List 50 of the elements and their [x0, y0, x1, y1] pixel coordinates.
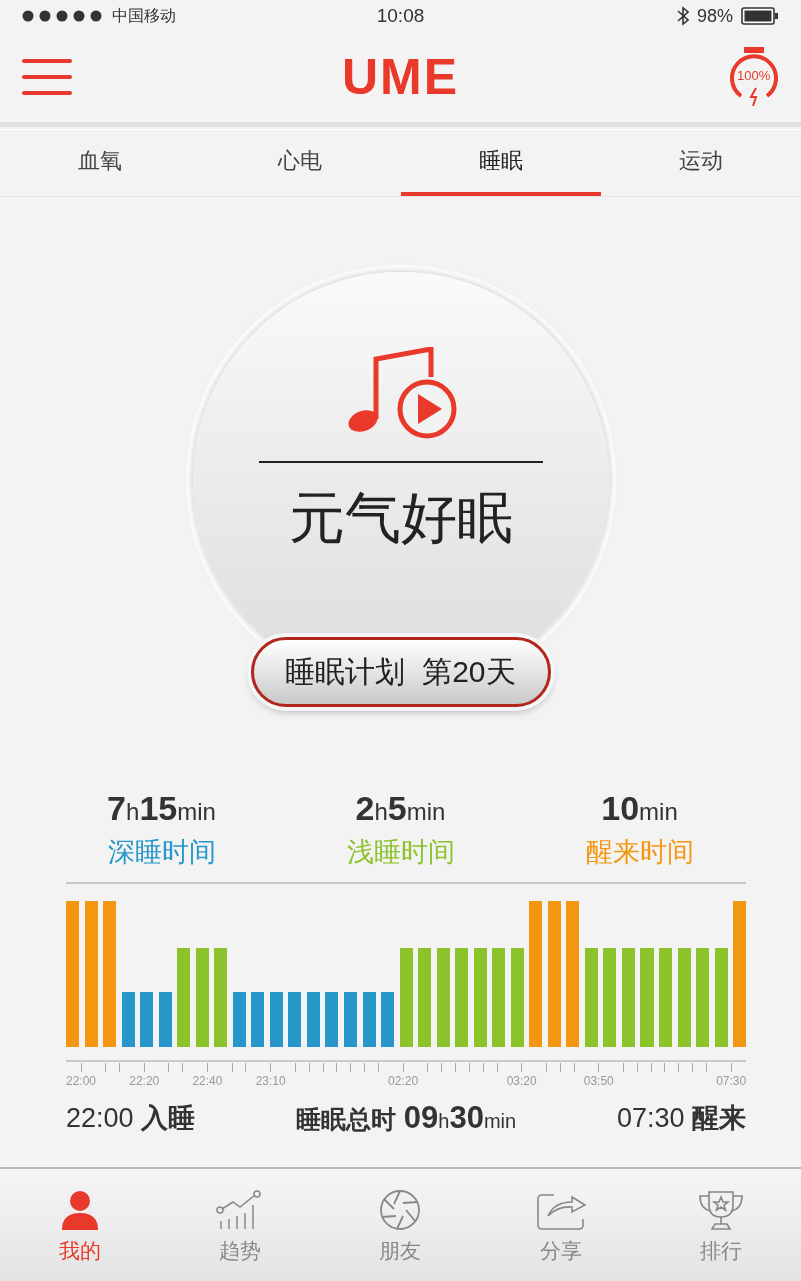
time-tick-label: 23:10 [255, 1074, 286, 1088]
time-tick-label: 03:50 [583, 1074, 614, 1088]
sleep-bar [306, 992, 320, 1047]
tab[interactable]: 心电 [200, 130, 401, 196]
menu-icon[interactable] [22, 58, 72, 96]
tab[interactable]: 运动 [600, 130, 801, 196]
player-title: 元气好眠 [288, 485, 513, 551]
nav-tab[interactable]: 我的 [0, 1169, 161, 1281]
wake-time: 07:30 醒来 [616, 1102, 746, 1135]
sleep-bar [251, 992, 265, 1047]
sleep-bar [288, 992, 302, 1047]
nav-tab[interactable]: 排行 [640, 1169, 801, 1281]
sleep-bar [325, 992, 339, 1047]
sleep-bar [269, 992, 283, 1047]
time-tick-label: 22:00 [66, 1074, 97, 1088]
time-tick-label: 07:30 [716, 1074, 747, 1088]
sleep-bar [158, 992, 172, 1047]
sleep-bar [362, 992, 376, 1047]
sleep-bar [140, 992, 154, 1047]
sleep-bar [232, 992, 246, 1047]
battery-icon [741, 6, 779, 26]
duration-value: 7h15min [107, 789, 216, 828]
tab[interactable]: 睡眠 [400, 130, 601, 196]
duration-label: 深睡时间 [107, 836, 216, 869]
tab[interactable]: 血氧 [0, 130, 201, 196]
duration-label: 浅睡时间 [346, 836, 455, 869]
duration-label: 醒来时间 [585, 836, 694, 869]
time-tick-label: 02:20 [388, 1074, 419, 1088]
charge-badge[interactable]: 100% [729, 46, 779, 108]
time-tick-label: 22:40 [192, 1074, 223, 1088]
charge-percent: 100% [737, 68, 771, 83]
bluetooth-icon [677, 6, 689, 26]
sleep-bar [381, 992, 395, 1047]
total-sleep-label: 睡眠总时 [295, 1104, 396, 1135]
total-sleep-value: 09h30min [403, 1100, 517, 1136]
app-logo: UME [341, 48, 460, 106]
nav-tab[interactable]: 分享 [480, 1169, 641, 1281]
battery-percent: 98% [697, 5, 733, 27]
sleep-bar [121, 992, 135, 1047]
sleep-start: 22:00 入睡 [66, 1102, 196, 1135]
carrier-name: 中国移动 [112, 5, 176, 26]
signal-icon [22, 10, 104, 22]
status-time: 10:08 [376, 5, 425, 27]
nav-tab[interactable]: 朋友 [320, 1169, 481, 1281]
duration-value: 2h5min [355, 789, 446, 828]
nav-tab[interactable]: 趋势 [160, 1169, 321, 1281]
sleep-bar [343, 992, 357, 1047]
time-tick-label: 22:20 [129, 1074, 160, 1088]
duration-value: 10min [601, 789, 678, 828]
time-tick-label: 03:20 [506, 1074, 537, 1088]
